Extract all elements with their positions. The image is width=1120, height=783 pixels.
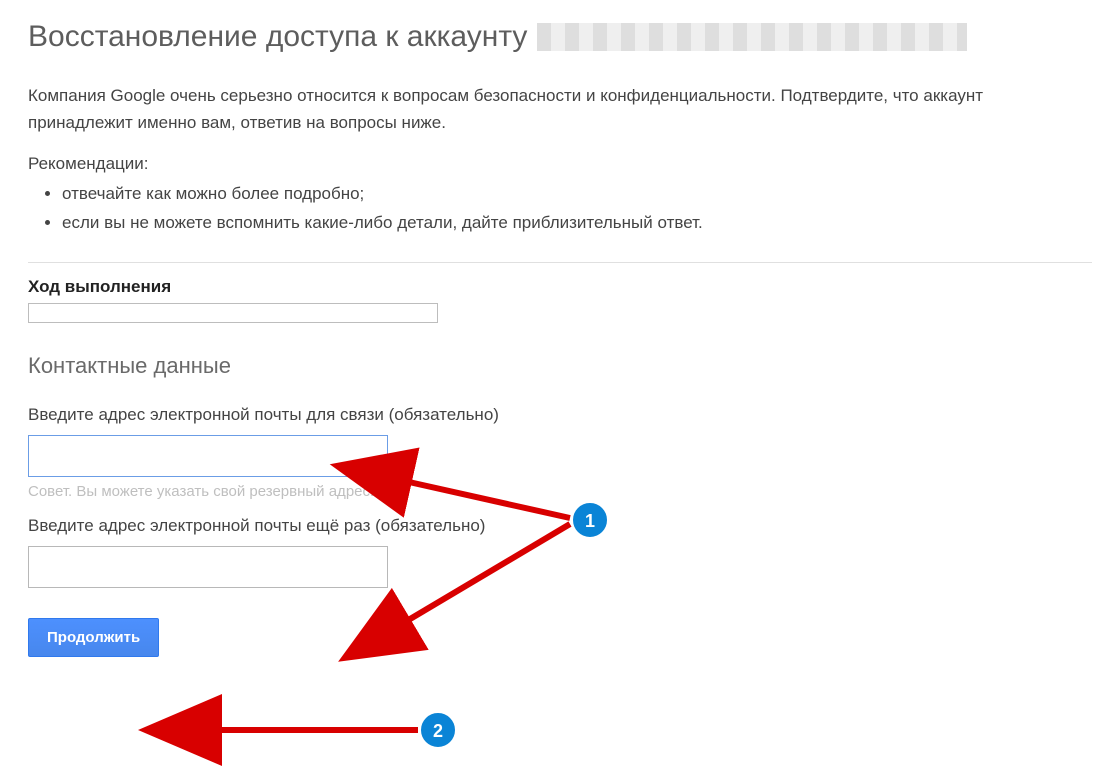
progress-bar bbox=[28, 303, 438, 323]
section-divider bbox=[28, 262, 1092, 263]
contact-heading: Контактные данные bbox=[28, 353, 1092, 379]
intro-paragraph: Компания Google очень серьезно относится… bbox=[28, 82, 1092, 136]
email-input[interactable] bbox=[28, 435, 388, 477]
email-label: Введите адрес электронной почты для связ… bbox=[28, 405, 1092, 425]
annotation-marker-2: 2 bbox=[433, 721, 443, 741]
continue-button[interactable]: Продолжить bbox=[28, 618, 159, 657]
email-confirm-label: Введите адрес электронной почты ещё раз … bbox=[28, 516, 1092, 536]
recommendations-list: отвечайте как можно более подробно; если… bbox=[62, 180, 1092, 238]
redacted-account-name bbox=[537, 23, 967, 51]
email-confirm-input[interactable] bbox=[28, 546, 388, 588]
list-item: если вы не можете вспомнить какие-либо д… bbox=[62, 209, 1092, 238]
progress-label: Ход выполнения bbox=[28, 277, 1092, 297]
page-title-text: Восстановление доступа к аккаунту bbox=[28, 20, 527, 54]
list-item: отвечайте как можно более подробно; bbox=[62, 180, 1092, 209]
page-title: Восстановление доступа к аккаунту bbox=[28, 20, 1092, 54]
email-hint: Совет. Вы можете указать свой резервный … bbox=[28, 483, 1092, 500]
recommendations-label: Рекомендации: bbox=[28, 154, 1092, 174]
